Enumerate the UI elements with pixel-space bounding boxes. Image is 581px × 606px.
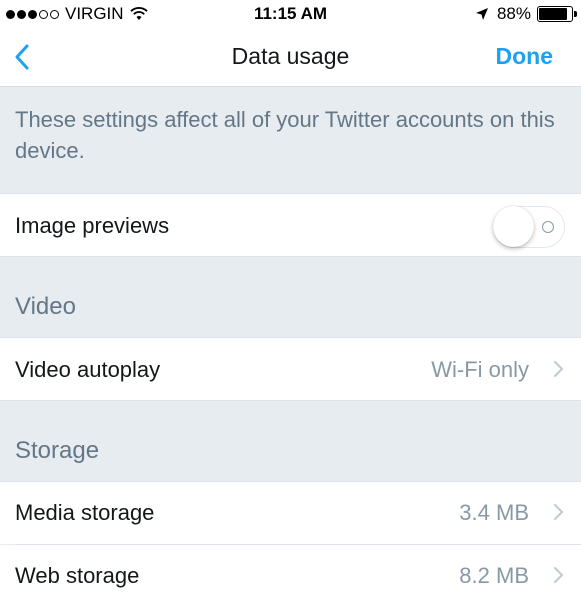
- done-button[interactable]: Done: [496, 43, 554, 70]
- battery-fill: [539, 8, 567, 20]
- media-storage-value: 3.4 MB: [459, 500, 529, 525]
- battery-icon: [537, 6, 577, 22]
- toggle-knob: [493, 206, 534, 247]
- page-title: Data usage: [231, 43, 350, 69]
- divider: [0, 400, 581, 401]
- media-storage-row[interactable]: Media storage 3.4 MB: [0, 482, 581, 544]
- section-header-storage: Storage: [15, 437, 100, 464]
- video-autoplay-row[interactable]: Video autoplay Wi-Fi only: [0, 338, 581, 400]
- status-bar: VIRGIN 11:15 AM 88%: [0, 0, 581, 28]
- video-autoplay-label: Video autoplay: [15, 357, 161, 382]
- web-storage-row[interactable]: Web storage 8.2 MB: [0, 545, 581, 606]
- video-autoplay-value: Wi-Fi only: [431, 357, 529, 382]
- web-storage-label: Web storage: [15, 563, 140, 588]
- status-right: 88%: [475, 4, 577, 24]
- settings-info-text: These settings affect all of your Twitte…: [15, 107, 555, 163]
- web-storage-value: 8.2 MB: [459, 563, 529, 588]
- chevron-right-icon: [553, 360, 564, 378]
- media-storage-label: Media storage: [15, 500, 155, 525]
- location-arrow-icon: [475, 8, 488, 20]
- image-previews-toggle[interactable]: [493, 206, 565, 248]
- battery-percent: 88%: [496, 4, 531, 23]
- chevron-right-icon: [553, 503, 564, 521]
- section-header-video: Video: [15, 293, 76, 320]
- image-previews-row: Image previews: [0, 194, 581, 256]
- nav-bar: Data usage Done: [0, 28, 581, 87]
- chevron-right-icon: [553, 566, 564, 584]
- image-previews-label: Image previews: [15, 213, 170, 238]
- toggle-off-icon: [542, 221, 554, 233]
- divider: [0, 256, 581, 257]
